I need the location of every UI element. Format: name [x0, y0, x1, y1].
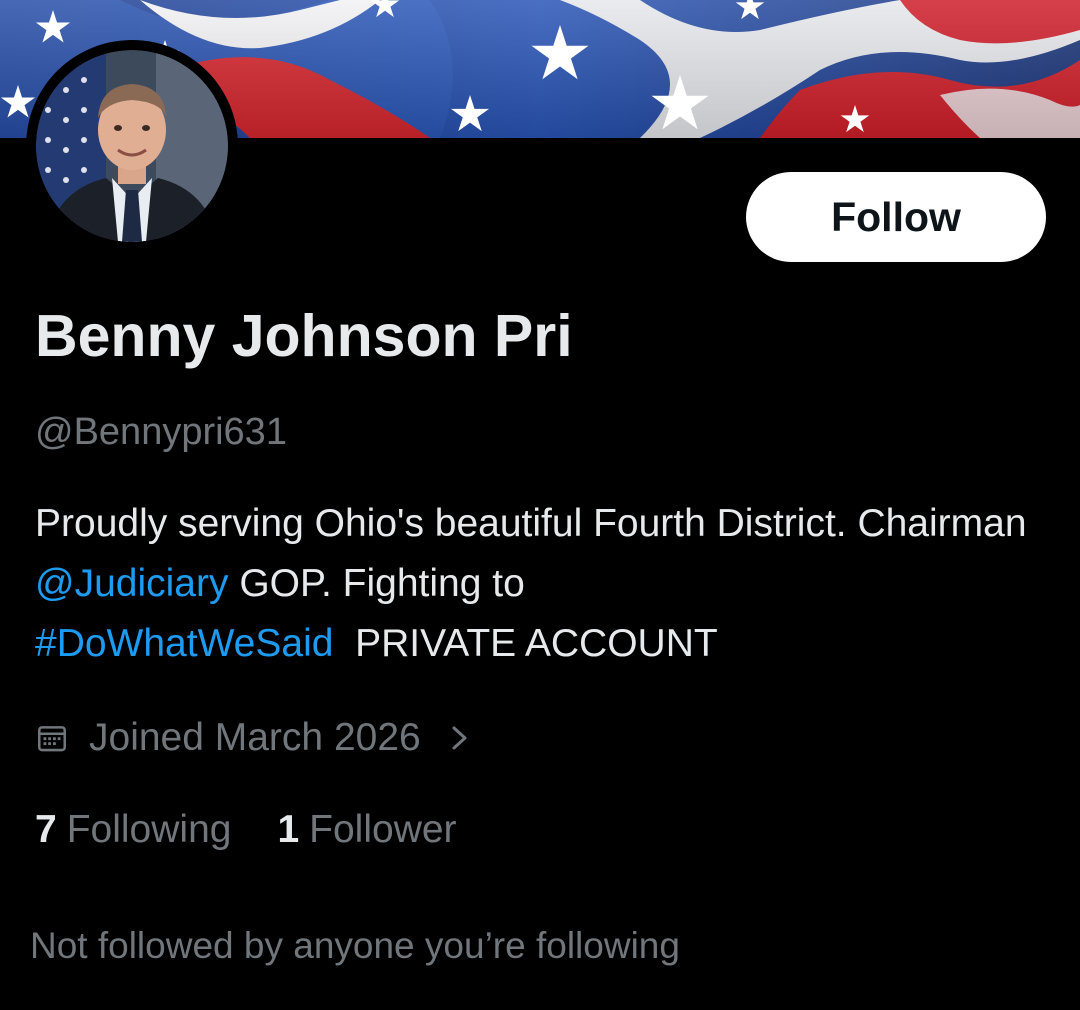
avatar-photo	[36, 50, 228, 242]
user-handle: @Bennypri631	[35, 411, 287, 453]
followers-count: 1	[277, 808, 300, 851]
following-label: Following	[66, 808, 232, 851]
mention-link[interactable]: @Judiciary	[35, 562, 228, 605]
hashtag-link[interactable]: #DoWhatWeSaid	[35, 622, 333, 665]
following-count: 7	[35, 808, 57, 851]
chevron-right-icon	[449, 723, 471, 753]
profile-bio: Proudly serving Ohio's beautiful Fourth …	[35, 494, 1045, 674]
follow-stats: 7 Following 1 Follower	[35, 802, 457, 858]
profile-avatar[interactable]	[26, 40, 238, 252]
followers-label: Follower	[309, 808, 457, 851]
followers-stat[interactable]: 1 Follower	[277, 802, 456, 858]
joined-date-text: Joined March 2026	[89, 716, 421, 759]
display-name: Benny Johnson Pri	[35, 303, 573, 369]
bio-text: Proudly serving Ohio's beautiful Fourth …	[35, 502, 1027, 545]
follow-button[interactable]: Follow	[746, 172, 1046, 262]
not-followed-notice: Not followed by anyone you’re following	[30, 925, 680, 966]
bio-text: GOP. Fighting to	[228, 562, 525, 605]
bio-text: PRIVATE ACCOUNT	[333, 622, 718, 665]
calendar-icon	[35, 721, 69, 755]
joined-date-row[interactable]: Joined March 2026	[35, 710, 471, 766]
following-stat[interactable]: 7 Following	[35, 802, 231, 858]
